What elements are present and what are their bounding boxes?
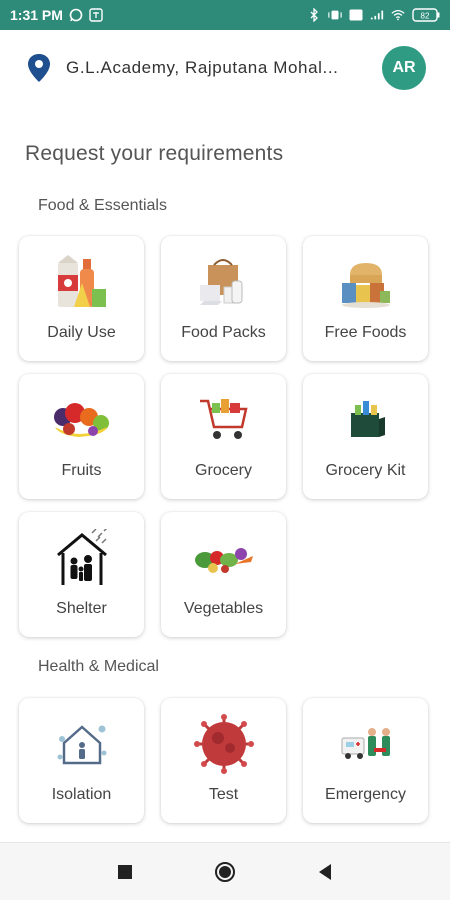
card-test[interactable]: Test: [161, 698, 286, 823]
circle-icon: [215, 861, 235, 882]
signal-icon: [370, 8, 384, 22]
free-foods-icon: [331, 252, 401, 312]
card-food-packs[interactable]: Food Packs: [161, 236, 286, 361]
test-icon: [189, 714, 259, 774]
card-label: Free Foods: [324, 324, 407, 341]
section-label-health-medical: Health & Medical: [38, 658, 159, 675]
header: G.L.Academy, Rajputana Mohal... AR: [0, 30, 450, 106]
card-label: Food Packs: [181, 324, 266, 341]
vegetables-icon: [189, 528, 259, 588]
whatsapp-icon: [69, 8, 83, 22]
vibrate-icon: [328, 8, 342, 22]
card-label: Grocery Kit: [325, 462, 406, 479]
card-label: Vegetables: [183, 600, 264, 617]
grocery-icon: [189, 390, 259, 450]
card-isolation[interactable]: Isolation: [19, 698, 144, 823]
status-right: 82: [307, 8, 440, 22]
home-button[interactable]: [214, 861, 236, 883]
card-vegetables[interactable]: Vegetables: [161, 512, 286, 637]
triangle-back-icon: [319, 863, 331, 880]
card-label: Test: [208, 786, 239, 803]
emergency-icon: [331, 714, 401, 774]
location-pin-icon[interactable]: [26, 53, 52, 83]
fruits-icon: [47, 390, 117, 450]
section-label-food-essentials: Food & Essentials: [38, 197, 167, 214]
square-icon: [118, 864, 132, 879]
battery-icon: 82: [412, 8, 440, 22]
location-text[interactable]: G.L.Academy, Rajputana Mohal...: [66, 58, 366, 78]
card-grocery[interactable]: Grocery: [161, 374, 286, 499]
isolation-icon: [47, 714, 117, 774]
grocery-kit-icon: [331, 390, 401, 450]
shelter-icon: [47, 528, 117, 588]
card-label: Isolation: [51, 786, 112, 803]
battery-level: 82: [421, 12, 430, 21]
card-label: Shelter: [56, 600, 107, 617]
system-nav-bar: [0, 842, 450, 900]
status-bar: 1:31 PM 82: [0, 0, 450, 30]
card-label: Daily Use: [47, 324, 116, 341]
volte-icon: [349, 8, 363, 22]
bluetooth-icon: [307, 8, 321, 22]
recents-button[interactable]: [114, 861, 136, 883]
card-emergency[interactable]: Emergency: [303, 698, 428, 823]
card-label: Fruits: [61, 462, 102, 479]
page-title: Request your requirements: [25, 142, 284, 165]
card-grocery-kit[interactable]: Grocery Kit: [303, 374, 428, 499]
card-shelter[interactable]: Shelter: [19, 512, 144, 637]
card-label: Emergency: [325, 786, 406, 803]
avatar-initials: AR: [392, 59, 416, 76]
status-time: 1:31 PM: [10, 7, 63, 23]
wifi-icon: [391, 8, 405, 22]
daily-use-icon: [47, 252, 117, 312]
status-left: 1:31 PM: [10, 7, 103, 23]
card-label: Grocery: [195, 462, 252, 479]
card-daily-use[interactable]: Daily Use: [19, 236, 144, 361]
card-fruits[interactable]: Fruits: [19, 374, 144, 499]
back-button[interactable]: [314, 861, 336, 883]
food-packs-icon: [189, 252, 259, 312]
avatar[interactable]: AR: [382, 46, 426, 90]
translate-icon: [89, 8, 103, 22]
card-free-foods[interactable]: Free Foods: [303, 236, 428, 361]
